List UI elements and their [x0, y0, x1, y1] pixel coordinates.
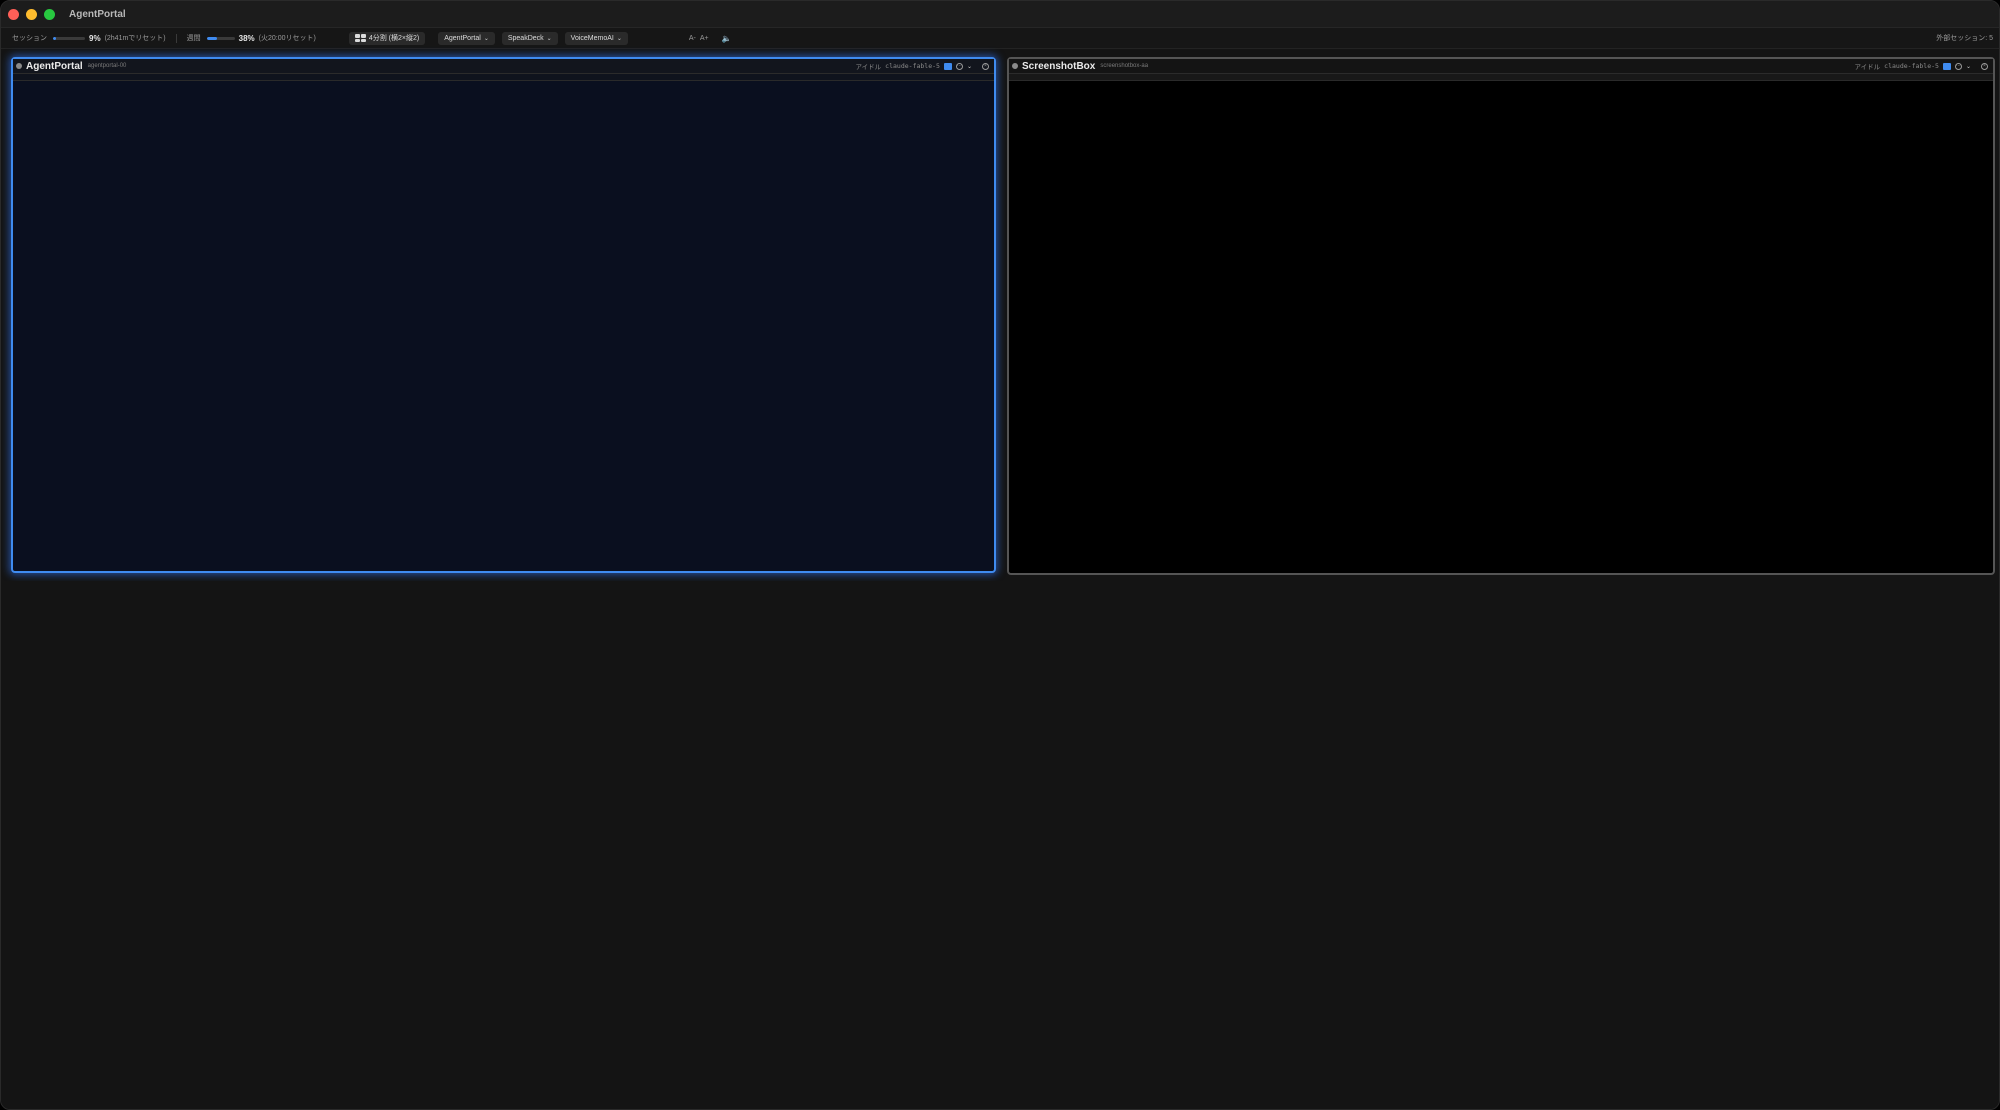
- session-meter-fill: [53, 36, 56, 40]
- status-dot: [1012, 63, 1018, 69]
- external-sessions: 外部セッション: 5: [1936, 35, 1993, 42]
- project-label: VoiceMemoAI: [570, 34, 614, 42]
- chat-icon[interactable]: [943, 62, 952, 70]
- weekly-meter-fill: [206, 36, 218, 40]
- session-label: セッション: [12, 35, 47, 42]
- panel-status: アイドル: [1854, 63, 1881, 71]
- zoom-window-button[interactable]: [44, 8, 55, 20]
- more-options-icon[interactable]: ⋯: [955, 62, 963, 70]
- font-decrease-button[interactable]: A-: [689, 35, 696, 42]
- panel-status: アイドル: [855, 63, 882, 71]
- close-window-button[interactable]: [8, 8, 19, 20]
- terminal-body[interactable]: [17, 81, 990, 567]
- layout-label: 4分割 (横2×縦2): [368, 35, 420, 42]
- title-bar: AgentPortal: [1, 1, 1999, 28]
- panel-session-id: agentportal-00: [87, 63, 127, 69]
- terminal-panel-agentportal[interactable]: AgentPortal agentportal-00 アイドル claude-f…: [11, 57, 996, 573]
- chevron-down-icon[interactable]: ⌄: [967, 63, 972, 70]
- terminal-panel-screenshotbox[interactable]: ScreenshotBox screenshotbox-aa アイドル clau…: [1007, 57, 1995, 575]
- close-panel-icon[interactable]: ×: [1981, 62, 1988, 70]
- chevron-down-icon[interactable]: ⌄: [1966, 63, 1971, 70]
- toolbar-divider: [175, 33, 177, 43]
- panel-header-actions: アイドル claude-fable-5 ⋯ ⌄ ×: [1854, 61, 1988, 71]
- panel-subbar: [13, 74, 994, 81]
- project-button-agentportal[interactable]: AgentPortal ⌄: [438, 31, 495, 45]
- panel-header: AgentPortal agentportal-00 アイドル claude-f…: [13, 59, 994, 74]
- terminal-body[interactable]: [1013, 81, 1989, 569]
- traffic-lights: [8, 8, 55, 20]
- panel-agent: claude-fable-5: [885, 62, 940, 70]
- more-options-icon[interactable]: ⋯: [1954, 62, 1962, 70]
- chevron-down-icon: ⌄: [616, 35, 622, 42]
- speaker-icon[interactable]: 🔈: [722, 34, 732, 43]
- chat-icon[interactable]: [1942, 62, 1951, 70]
- session-usage: セッション 9% (2h41mでリセット): [12, 33, 166, 43]
- session-meter: [53, 36, 85, 40]
- weekly-meter: [206, 36, 235, 40]
- panel-agent: claude-fable-5: [1884, 62, 1939, 70]
- font-increase-button[interactable]: A+: [700, 35, 709, 42]
- panel-header: ScreenshotBox screenshotbox-aa アイドル clau…: [1009, 59, 1993, 74]
- weekly-percent: 38%: [238, 33, 255, 43]
- status-dot: [16, 63, 22, 69]
- panel-subbar: [1009, 74, 1993, 81]
- grid-icon: [354, 34, 366, 42]
- panel-header-actions: アイドル claude-fable-5 ⋯ ⌄ ×: [855, 61, 989, 71]
- project-label: SpeakDeck: [507, 34, 544, 42]
- panel-title: AgentPortal: [26, 60, 83, 72]
- session-reset: (2h41mでリセット): [104, 35, 166, 42]
- weekly-reset: (火20:00リセット): [258, 35, 316, 42]
- minimize-window-button[interactable]: [26, 8, 37, 20]
- panel-session-id: screenshotbox-aa: [1100, 63, 1149, 69]
- project-label: AgentPortal: [444, 34, 481, 42]
- close-panel-icon[interactable]: ×: [982, 62, 989, 70]
- app-window: AgentPortal セッション 9% (2h41mでリセット) 週間 38%…: [0, 0, 2000, 1110]
- panel-title: ScreenshotBox: [1022, 60, 1096, 72]
- toolbar: セッション 9% (2h41mでリセット) 週間 38% (火20:00リセット…: [1, 28, 1999, 49]
- session-percent: 9%: [89, 33, 101, 43]
- layout-button[interactable]: 4分割 (横2×縦2): [348, 31, 426, 45]
- weekly-label: 週間: [186, 35, 201, 42]
- window-title: AgentPortal: [69, 8, 126, 20]
- chevron-down-icon: ⌄: [483, 35, 489, 42]
- empty-panel-area: [1, 581, 1999, 1109]
- font-size-controls: A- A+: [689, 35, 709, 42]
- weekly-usage: 週間 38% (火20:00リセット): [187, 33, 316, 43]
- chevron-down-icon: ⌄: [546, 35, 552, 42]
- project-button-voicememoai[interactable]: VoiceMemoAI ⌄: [564, 31, 628, 45]
- project-button-speakdeck[interactable]: SpeakDeck ⌄: [501, 31, 558, 45]
